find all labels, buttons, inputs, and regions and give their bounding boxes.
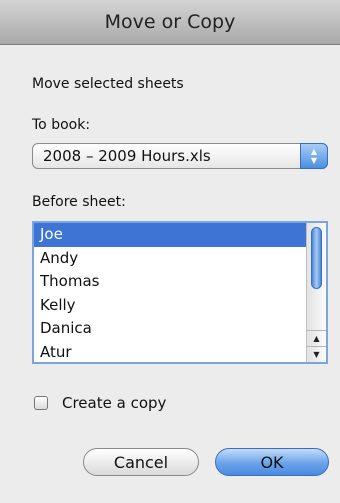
scrollbar-thumb[interactable] (311, 227, 322, 289)
list-item[interactable]: Danica (34, 317, 306, 341)
sheet-list[interactable]: Joe Andy Thomas Kelly Danica Atur ▲ ▼ (32, 221, 328, 364)
to-book-popup[interactable]: 2008 – 2009 Hours.xls ▲ ▼ (32, 143, 328, 169)
create-copy-label[interactable]: Create a copy (62, 394, 166, 412)
move-or-copy-dialog: Move or Copy Move selected sheets To boo… (0, 0, 340, 503)
create-copy-checkbox[interactable] (34, 396, 48, 410)
up-down-arrows-icon: ▲ ▼ (300, 143, 328, 169)
scroll-up-arrow-icon[interactable]: ▲ (307, 330, 326, 346)
list-item[interactable]: Thomas (34, 270, 306, 294)
list-item[interactable]: Andy (34, 247, 306, 271)
list-item[interactable]: Kelly (34, 294, 306, 318)
create-copy-option[interactable]: Create a copy (34, 393, 166, 413)
list-scrollbar[interactable]: ▲ ▼ (306, 223, 326, 362)
list-item[interactable]: Joe (34, 223, 306, 247)
before-sheet-label: Before sheet: (32, 194, 126, 210)
scroll-down-arrow-icon[interactable]: ▼ (307, 346, 326, 362)
ok-button[interactable]: OK (215, 448, 329, 476)
cancel-button[interactable]: Cancel (83, 448, 199, 476)
to-book-label: To book: (32, 117, 91, 133)
list-item[interactable]: Atur (34, 341, 306, 363)
window-title: Move or Copy (0, 0, 340, 45)
dialog-heading: Move selected sheets (32, 76, 184, 92)
sheet-list-rows: Joe Andy Thomas Kelly Danica Atur (34, 223, 306, 363)
to-book-value: 2008 – 2009 Hours.xls (43, 147, 211, 165)
